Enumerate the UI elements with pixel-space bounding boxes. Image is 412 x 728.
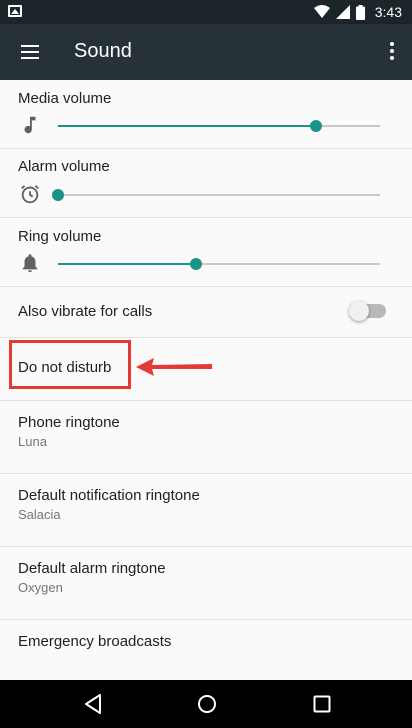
slider-thumb[interactable]	[190, 258, 203, 270]
status-time: 3:43	[374, 4, 402, 20]
slider-thumb[interactable]	[52, 189, 64, 201]
ring-volume-row: Ring volume	[0, 218, 412, 287]
annotation-arrow-icon	[136, 358, 212, 376]
emergency-broadcasts-label: Emergency broadcasts	[18, 633, 172, 650]
notification-ringtone-row[interactable]: Default notification ringtone Salacia	[0, 474, 412, 547]
music-note-icon	[24, 116, 36, 134]
alarm-ringtone-title: Default alarm ringtone	[18, 560, 166, 577]
slider-fill	[58, 125, 316, 127]
emergency-broadcasts-row[interactable]: Emergency broadcasts	[0, 620, 412, 680]
app-toolbar: Sound	[0, 24, 412, 80]
phone-ringtone-row[interactable]: Phone ringtone Luna	[0, 401, 412, 474]
alarm-volume-slider[interactable]	[52, 189, 380, 201]
battery-icon	[355, 4, 365, 20]
alarm-clock-icon	[21, 185, 39, 204]
media-volume-row: Media volume	[0, 80, 412, 149]
vibrate-toggle[interactable]	[349, 301, 386, 321]
ring-volume-slider[interactable]	[58, 258, 380, 270]
wifi-icon	[313, 5, 330, 18]
slider-fill	[58, 263, 197, 265]
media-volume-slider[interactable]	[58, 120, 380, 132]
ring-volume-label: Ring volume	[18, 228, 102, 245]
highlight-box	[9, 340, 131, 389]
slider-thumb[interactable]	[309, 120, 322, 132]
alarm-ringtone-value: Oxygen	[18, 580, 63, 595]
alarm-volume-row: Alarm volume	[0, 149, 412, 218]
alarm-ringtone-row[interactable]: Default alarm ringtone Oxygen	[0, 547, 412, 620]
notification-ringtone-title: Default notification ringtone	[18, 487, 200, 504]
recents-icon[interactable]	[310, 692, 334, 716]
more-vertical-icon[interactable]	[388, 40, 396, 64]
toggle-thumb	[349, 301, 369, 321]
vibrate-for-calls-label: Also vibrate for calls	[18, 303, 153, 320]
phone-ringtone-value: Luna	[18, 434, 47, 449]
alarm-volume-label: Alarm volume	[18, 158, 110, 175]
image-icon	[8, 5, 22, 17]
status-icons: 3:43	[313, 3, 402, 21]
home-icon[interactable]	[195, 692, 219, 716]
page-title: Sound	[74, 40, 132, 62]
vibrate-for-calls-row[interactable]: Also vibrate for calls	[0, 287, 412, 338]
bell-icon	[22, 254, 38, 273]
hamburger-menu-icon[interactable]	[18, 42, 42, 62]
cell-signal-icon	[335, 5, 350, 19]
notification-ringtone-value: Salacia	[18, 507, 61, 522]
back-icon[interactable]	[81, 692, 105, 716]
phone-ringtone-title: Phone ringtone	[18, 414, 120, 431]
status-bar: 3:43	[0, 0, 412, 24]
media-volume-label: Media volume	[18, 90, 112, 107]
navigation-bar	[0, 680, 412, 728]
